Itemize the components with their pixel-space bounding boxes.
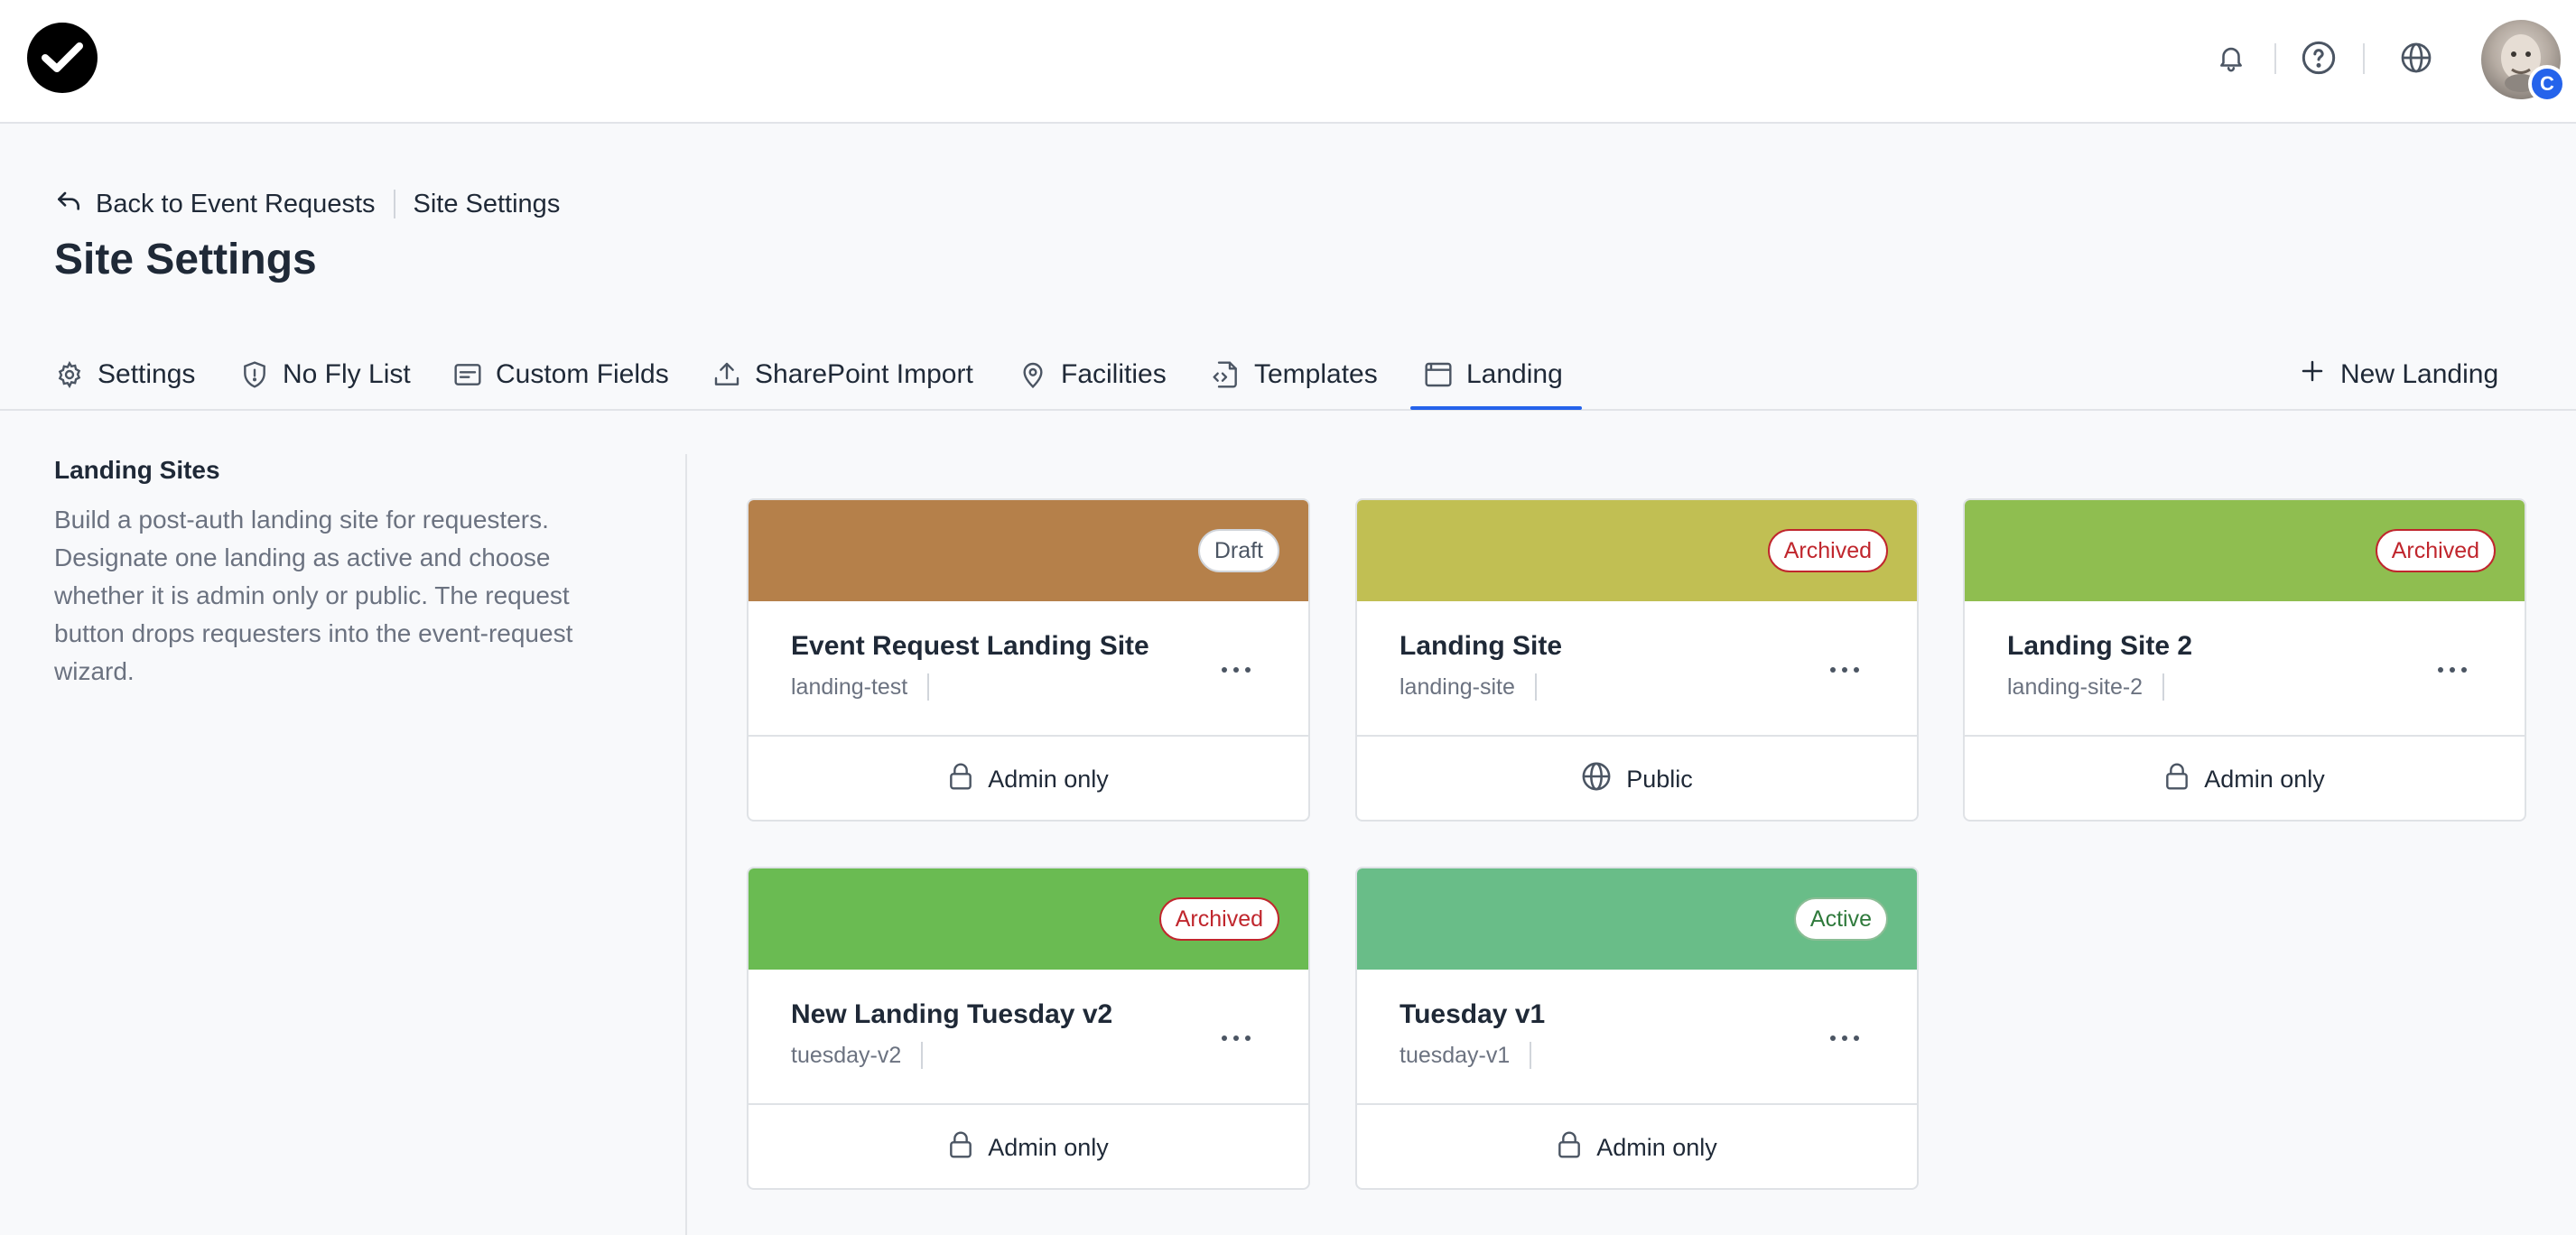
more-options-icon[interactable] <box>2427 652 2478 688</box>
shield-alert-icon <box>239 359 270 390</box>
status-badge: Draft <box>1197 529 1279 572</box>
help-circle-icon[interactable] <box>2295 34 2342 81</box>
card-title: Event Request Landing Site <box>791 631 1149 661</box>
access-label: Admin only <box>1596 1133 1717 1161</box>
tab-landing[interactable]: Landing <box>1423 339 1563 411</box>
section-heading: Landing Sites <box>54 456 220 484</box>
browser-window-icon <box>1423 359 1454 390</box>
lock-icon <box>1557 1130 1582 1165</box>
landing-card[interactable]: Active Tuesday v1 tuesday-v1 Admin only <box>1355 867 1919 1190</box>
card-access: Admin only <box>1965 735 2525 820</box>
tab-label: Templates <box>1254 359 1378 389</box>
slug-divider <box>1534 673 1537 701</box>
card-title: Tuesday v1 <box>1400 999 1546 1029</box>
card-slug: tuesday-v1 <box>1400 1042 1532 1069</box>
lock-icon <box>948 762 973 797</box>
header-divider <box>2363 43 2365 74</box>
slug-text: tuesday-v1 <box>1400 1042 1511 1068</box>
status-badge: Archived <box>2375 529 2496 572</box>
landing-card[interactable]: Archived Landing Site 2 landing-site-2 A… <box>1963 498 2526 822</box>
back-link-label: Back to Event Requests <box>96 189 376 218</box>
landing-card[interactable]: Archived Landing Site landing-site Publi… <box>1355 498 1919 822</box>
tab-label: Custom Fields <box>496 359 669 389</box>
breadcrumb: Back to Event Requests Site Settings <box>54 186 560 222</box>
gear-icon <box>54 359 85 390</box>
header-divider <box>2274 43 2276 74</box>
card-access: Admin only <box>1357 1103 1917 1188</box>
tab-label: SharePoint Import <box>755 359 973 389</box>
tab-templates[interactable]: Templates <box>1211 339 1378 411</box>
lock-icon <box>948 1130 973 1165</box>
more-options-icon[interactable] <box>1819 652 1870 688</box>
checkmark-logo-icon[interactable] <box>27 23 98 93</box>
slug-divider <box>1530 1042 1532 1069</box>
lock-icon <box>2164 762 2190 797</box>
access-label: Public <box>1626 765 1693 793</box>
landing-sites-info: Landing Sites Build a post-auth landing … <box>54 456 632 691</box>
file-code-icon <box>1211 359 1242 390</box>
new-landing-button[interactable]: New Landing <box>2299 339 2498 411</box>
form-fields-icon <box>452 359 483 390</box>
active-tab-indicator <box>1410 406 1582 410</box>
tab-facilities[interactable]: Facilities <box>1018 339 1167 411</box>
access-label: Admin only <box>2204 765 2325 793</box>
card-access: Admin only <box>749 1103 1308 1188</box>
plus-icon <box>2299 358 2326 392</box>
more-options-icon[interactable] <box>1211 652 1261 688</box>
tab-custom-fields[interactable]: Custom Fields <box>452 339 669 411</box>
card-title: Landing Site 2 <box>2007 631 2193 661</box>
section-description: Build a post-auth landing site for reque… <box>54 506 573 685</box>
breadcrumb-divider <box>393 190 395 218</box>
tab-label: No Fly List <box>283 359 411 389</box>
back-arrow-icon <box>54 186 83 222</box>
card-access: Admin only <box>749 735 1308 820</box>
breadcrumb-current: Site Settings <box>413 189 561 218</box>
slug-divider <box>2162 673 2165 701</box>
more-options-icon[interactable] <box>1819 1020 1870 1056</box>
globe-icon[interactable] <box>2393 34 2440 81</box>
access-label: Admin only <box>988 1133 1109 1161</box>
globe-icon <box>1581 761 1612 798</box>
slug-divider <box>927 673 930 701</box>
tab-label: Settings <box>98 359 196 389</box>
tab-sharepoint-import[interactable]: SharePoint Import <box>711 339 973 411</box>
map-pin-icon <box>1018 359 1048 390</box>
bell-icon[interactable] <box>2208 34 2255 81</box>
status-badge: Archived <box>1767 529 1888 572</box>
status-badge: Archived <box>1158 897 1279 941</box>
card-slug: landing-site <box>1400 673 1537 701</box>
new-landing-label: New Landing <box>2340 359 2499 389</box>
card-slug: landing-site-2 <box>2007 673 2165 701</box>
panel-divider <box>685 454 687 1235</box>
tab-bar: Settings No Fly List Custom Fields Share… <box>0 339 2576 411</box>
card-title: New Landing Tuesday v2 <box>791 999 1113 1029</box>
access-label: Admin only <box>988 765 1109 793</box>
card-slug: tuesday-v2 <box>791 1042 924 1069</box>
card-title: Landing Site <box>1400 631 1562 661</box>
avatar-badge: C <box>2528 65 2566 103</box>
slug-text: tuesday-v2 <box>791 1042 902 1068</box>
slug-text: landing-site <box>1400 673 1515 700</box>
status-badge: Active <box>1793 897 1888 941</box>
card-slug: landing-test <box>791 673 930 701</box>
back-link[interactable]: Back to Event Requests <box>54 186 376 222</box>
more-options-icon[interactable] <box>1211 1020 1261 1056</box>
tab-label: Facilities <box>1061 359 1167 389</box>
tab-no-fly-list[interactable]: No Fly List <box>239 339 411 411</box>
upload-icon <box>711 359 742 390</box>
slug-divider <box>921 1042 924 1069</box>
card-access: Public <box>1357 735 1917 820</box>
landing-card[interactable]: Draft Event Request Landing Site landing… <box>747 498 1310 822</box>
slug-text: landing-site-2 <box>2007 673 2144 700</box>
top-bar: C <box>0 0 2576 124</box>
page-title: Site Settings <box>54 236 317 283</box>
tab-label: Landing <box>1466 359 1563 389</box>
landing-card[interactable]: Archived New Landing Tuesday v2 tuesday-… <box>747 867 1310 1190</box>
slug-text: landing-test <box>791 673 908 700</box>
tab-settings[interactable]: Settings <box>54 339 195 411</box>
